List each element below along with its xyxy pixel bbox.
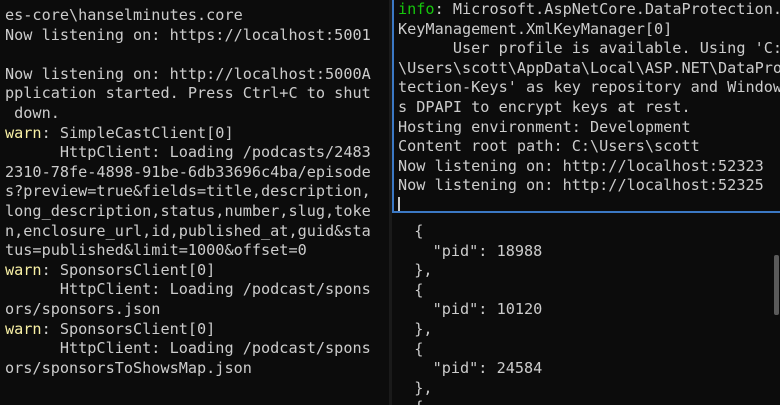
line-text: }, xyxy=(396,319,433,338)
line-text: Now listening on: https://localhost:5001 xyxy=(5,25,371,44)
terminal-line: "pid": 24584 xyxy=(396,359,780,379)
terminal-line: s?preview=true&fields=title,description, xyxy=(5,182,389,202)
line-text: pplication started. Press Ctrl+C to shut xyxy=(5,84,371,103)
terminal-line: "pid": 18988 xyxy=(396,242,780,262)
line-text: ors/sponsors.json xyxy=(5,299,161,318)
terminal-line: HttpClient: Loading /podcast/spons xyxy=(5,339,389,359)
line-text: HttpClient: Loading /podcast/spons xyxy=(5,280,371,299)
terminal-line: Content root path: C:\Users\scott xyxy=(398,137,780,157)
line-text: "pid": 24584 xyxy=(396,359,543,378)
terminal-line: ors/sponsors.json xyxy=(5,300,389,320)
line-text: { xyxy=(396,398,423,405)
line-text: 2310-78fe-4898-91be-6db33696c4ba/episode xyxy=(5,162,371,181)
line-text: }, xyxy=(396,378,433,397)
terminal-pane-left[interactable]: es-core\hanselminutes.core Now listening … xyxy=(0,0,389,405)
line-text: tus=published&limit=1000&offset=0 xyxy=(5,241,307,260)
terminal-line: warn: SimpleCastClient[0] xyxy=(5,123,389,144)
prompt-line[interactable] xyxy=(398,196,780,211)
terminal-line: Now listening on: http://localhost:52323 xyxy=(398,157,780,177)
terminal-line: HttpClient: Loading /podcast/spons xyxy=(5,280,389,300)
terminal-line: info: Microsoft.AspNetCore.DataProtectio… xyxy=(398,0,780,20)
terminal-line: { xyxy=(396,398,780,405)
terminal-line: Hosting environment: Development xyxy=(398,118,780,138)
line-text: HttpClient: Loading /podcasts/2483 xyxy=(5,143,371,162)
terminal-line: \Users\scott\AppData\Local\ASP.NET\DataP… xyxy=(398,59,780,79)
terminal-line: n,enclosure_url,id,published_at,guid&sta xyxy=(5,222,389,242)
terminal-line: { xyxy=(396,222,780,242)
text-cursor xyxy=(398,197,400,211)
line-text: Now listening on: http://localhost:5000A xyxy=(5,64,371,83)
terminal-line: down. xyxy=(5,104,389,124)
terminal-line: }, xyxy=(396,320,780,340)
warn-label: warn xyxy=(5,123,42,142)
warn-label: warn xyxy=(5,260,42,279)
scroll-thumb[interactable] xyxy=(774,255,779,315)
line-text: User profile is available. Using 'C: xyxy=(398,39,780,58)
terminal-line: pplication started. Press Ctrl+C to shut xyxy=(5,84,389,104)
line-text: { xyxy=(396,222,424,240)
line-text: "pid": 10120 xyxy=(396,300,543,319)
terminal-line: }, xyxy=(396,379,780,399)
line-text: Content root path: C:\Users\scott xyxy=(398,137,700,156)
terminal-line: Now listening on: https://localhost:5001 xyxy=(5,26,389,46)
terminal-line: s DPAPI to encrypt keys at rest. xyxy=(398,98,780,118)
terminal-line: KeyManagement.XmlKeyManager[0] xyxy=(398,20,780,40)
line-text: { xyxy=(396,280,424,299)
terminal-pane-right-top[interactable]: info: Microsoft.AspNetCore.DataProtectio… xyxy=(392,0,780,213)
terminal-line: es-core\hanselminutes.core xyxy=(5,6,389,26)
line-text: down. xyxy=(5,103,60,122)
line-text: : SponsorsClient[0] xyxy=(41,260,216,279)
line-text: Now listening on: http://localhost:52325 xyxy=(398,176,764,195)
terminal-line: warn: SponsorsClient[0] xyxy=(5,319,389,340)
line-text: s DPAPI to encrypt keys at rest. xyxy=(398,97,691,116)
info-label: info xyxy=(398,0,435,18)
line-text: HttpClient: Loading /podcast/spons xyxy=(5,339,371,358)
terminal-line: User profile is available. Using 'C: xyxy=(398,39,780,59)
terminal-line: }, xyxy=(396,261,780,281)
terminal-line: warn: SponsorsClient[0] xyxy=(5,260,389,281)
terminal-line: { xyxy=(396,340,780,360)
line-text: long_description,status,number,slug,toke xyxy=(5,201,371,220)
warn-label: warn xyxy=(5,319,42,338)
terminal-line: ors/sponsorsToShowsMap.json xyxy=(5,359,389,379)
line-text: Hosting environment: Development xyxy=(398,117,691,136)
line-text: n,enclosure_url,id,published_at,guid&sta xyxy=(5,221,371,240)
terminal-line: Now listening on: http://localhost:5000A xyxy=(5,65,389,85)
line-text: : SponsorsClient[0] xyxy=(41,319,216,338)
line-text: s?preview=true&fields=title,description, xyxy=(5,182,371,201)
terminal-line: "pid": 10120 xyxy=(396,300,780,320)
terminal-pane-right-bottom[interactable]: { "pid": 18988 }, { "pid": 10120 }, { "p… xyxy=(392,215,780,405)
scrollbar[interactable] xyxy=(772,215,780,405)
terminal-line: { xyxy=(396,281,780,301)
terminal-line: HttpClient: Loading /podcasts/2483 xyxy=(5,143,389,163)
line-text: KeyManagement.XmlKeyManager[0] xyxy=(398,19,673,38)
line-text: "pid": 18988 xyxy=(396,241,543,260)
terminal-line: 2310-78fe-4898-91be-6db33696c4ba/episode xyxy=(5,163,389,183)
line-text: \Users\scott\AppData\Local\ASP.NET\DataP… xyxy=(398,58,780,77)
terminal-line: tus=published&limit=1000&offset=0 xyxy=(5,241,389,261)
line-text: : SimpleCastClient[0] xyxy=(41,123,234,142)
line-text: tection-Keys' as key repository and Wind… xyxy=(398,78,780,97)
terminal-line: long_description,status,number,slug,toke xyxy=(5,202,389,222)
line-text: ors/sponsorsToShowsMap.json xyxy=(5,358,252,377)
line-text: : Microsoft.AspNetCore.DataProtection. xyxy=(434,0,780,18)
terminal-line: tection-Keys' as key repository and Wind… xyxy=(398,78,780,98)
line-text: }, xyxy=(396,261,433,280)
line-text: Now listening on: http://localhost:52323 xyxy=(398,156,764,175)
line-text: { xyxy=(396,339,424,358)
terminal-line: Now listening on: http://localhost:52325 xyxy=(398,176,780,196)
line-text: es-core\hanselminutes.core xyxy=(5,6,243,24)
